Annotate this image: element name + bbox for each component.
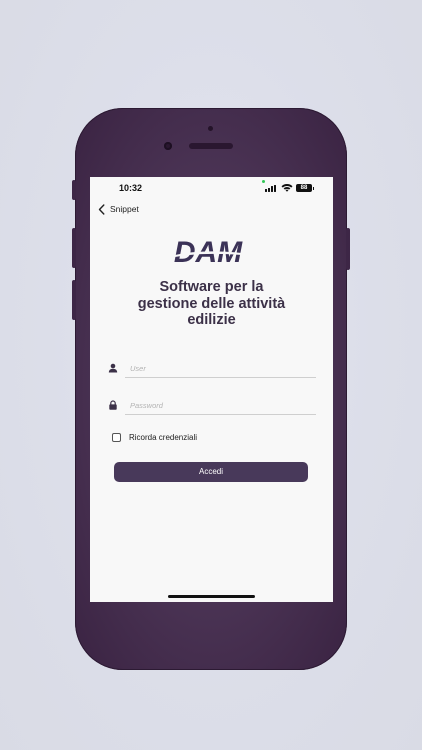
home-indicator[interactable] <box>168 595 255 598</box>
chevron-left-icon <box>98 203 105 215</box>
title-line-3: edilizie <box>187 312 236 328</box>
remember-checkbox[interactable] <box>112 433 121 442</box>
title-line-1: Software per la <box>159 279 264 295</box>
signal-icon <box>265 185 277 192</box>
page-title: Software per la gestione delle attività … <box>90 279 333 329</box>
dam-logo: DAM <box>174 236 243 269</box>
status-bar: 10:32 88 <box>90 177 333 199</box>
status-time: 10:32 <box>119 183 143 193</box>
remember-label: Ricorda credenziali <box>129 433 198 442</box>
password-field <box>108 397 316 419</box>
camera-in-use-indicator <box>262 180 265 183</box>
login-button[interactable]: Accedi <box>114 462 308 482</box>
proximity-sensor <box>208 126 213 131</box>
user-field <box>108 360 316 382</box>
power-button <box>346 228 350 270</box>
earpiece-speaker <box>189 143 233 149</box>
title-line-2: gestione delle attività <box>137 295 286 312</box>
battery-level: 88 <box>300 185 308 191</box>
user-input[interactable] <box>125 360 316 378</box>
back-button[interactable]: Snippet <box>98 203 139 215</box>
lock-icon <box>109 400 117 410</box>
battery-icon: 88 <box>296 184 314 192</box>
silent-switch <box>72 180 76 200</box>
volume-down-button <box>72 280 76 320</box>
front-camera <box>164 142 172 150</box>
password-input[interactable] <box>125 397 316 415</box>
back-label: Snippet <box>110 204 139 214</box>
wifi-icon <box>281 184 293 192</box>
app-screen: 10:32 88 Snippet DAM Software per la ges… <box>90 177 333 602</box>
remember-credentials[interactable]: Ricorda credenziali <box>112 433 197 442</box>
volume-up-button <box>72 228 76 268</box>
user-icon <box>108 363 118 373</box>
